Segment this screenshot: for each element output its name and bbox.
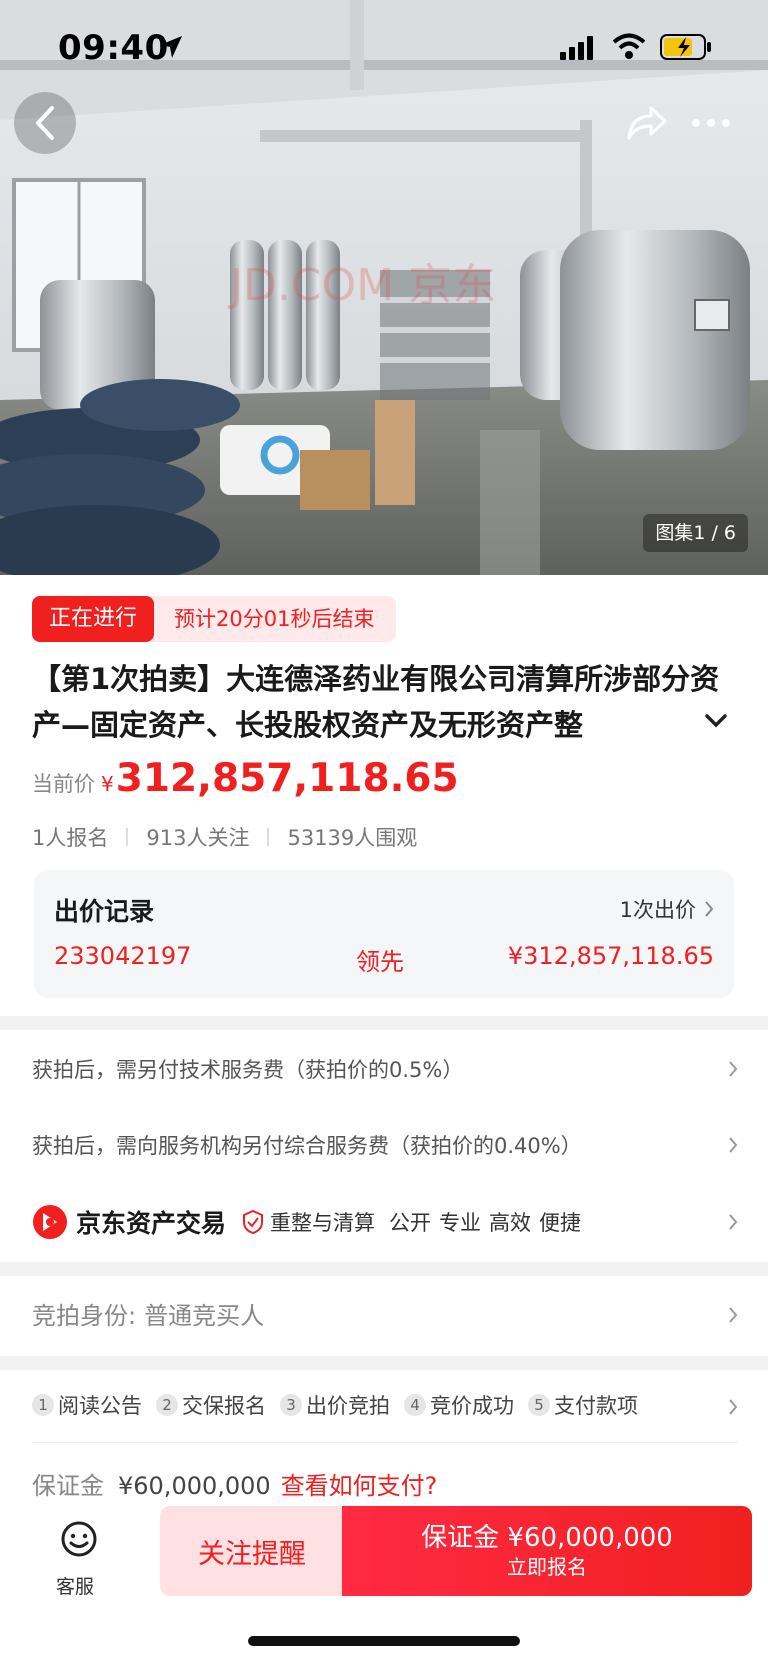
chevron-right-icon[interactable] [728, 1398, 738, 1416]
follow-reminder-button[interactable]: 关注提醒 [160, 1506, 344, 1596]
viewer-count: 53139人围观 [287, 826, 418, 850]
how-to-pay-link[interactable]: 查看如何支付? [281, 1466, 438, 1501]
bid-record-card[interactable]: 出价记录 1次出价 233042197 领先 ¥312,857,118.65 [34, 870, 734, 998]
service-fee-text: 获拍后，需向服务机构另付综合服务费（获拍价的0.40%） [32, 1134, 582, 1158]
signup-count: 1人报名 [32, 826, 109, 850]
auction-steps[interactable]: 1 阅读公告 2 交保报名 3 出价竞拍 4 竞价成功 5 支付款项 [32, 1390, 732, 1420]
step-item: 5 支付款项 [528, 1390, 638, 1420]
platform-brand: 京东资产交易 [76, 1209, 227, 1238]
signup-now-label: 立即报名 [507, 1555, 587, 1579]
platform-tag: 重整与清算 [270, 1211, 376, 1235]
bid-state: 领先 [356, 948, 404, 976]
stats-row: 1人报名 913人关注 53139人围观 [32, 822, 417, 852]
tech-fee-row[interactable]: 获拍后，需另付技术服务费（获拍价的0.5%） [32, 1052, 738, 1086]
countdown-text: 预计20分01秒后结束 [142, 596, 397, 642]
divider [267, 828, 270, 846]
price-currency: ¥ [101, 772, 114, 796]
deposit-label: 保证金 [32, 1472, 104, 1500]
bidder-id: 233042197 [54, 942, 192, 970]
customer-service-label[interactable]: 客服 [56, 1572, 94, 1599]
deposit-row: 保证金 ¥60,000,000 查看如何支付? [32, 1466, 437, 1501]
slogan-item: 高效 [489, 1211, 532, 1235]
step-item: 1 阅读公告 [32, 1390, 142, 1420]
step-item: 2 交保报名 [156, 1390, 266, 1420]
signup-deposit-label: 保证金 ¥60,000,000 [421, 1523, 673, 1553]
more-dots-icon [692, 119, 730, 127]
home-indicator [248, 1636, 520, 1646]
share-arrow-icon [627, 106, 667, 140]
jd-watermark: JD.COM 京东 [227, 260, 496, 311]
customer-service-icon[interactable] [60, 1520, 98, 1558]
share-button[interactable] [616, 92, 678, 154]
expand-title-chevron-icon[interactable] [705, 714, 727, 728]
bidder-identity-row[interactable]: 竞拍身份: 普通竞买人 [32, 1296, 264, 1331]
bid-record-title: 出价记录 [54, 897, 155, 926]
slogan-item: 便捷 [539, 1211, 582, 1235]
section-divider [0, 1016, 768, 1030]
bid-count: 1次出价 [619, 898, 696, 922]
location-arrow-icon [160, 36, 182, 58]
status-time: 09:40 [58, 28, 169, 68]
section-divider [0, 1356, 768, 1370]
identity-label: 竞拍身份: [32, 1302, 137, 1330]
chevron-right-icon[interactable] [728, 1306, 738, 1324]
shield-check-icon [243, 1210, 264, 1234]
back-button[interactable] [14, 92, 76, 154]
tech-fee-text: 获拍后，需另付技术服务费（获拍价的0.5%） [32, 1058, 464, 1082]
chevron-right-icon [705, 901, 714, 917]
step-item: 4 竞价成功 [404, 1390, 514, 1420]
auction-title[interactable]: 【第1次拍卖】大连德泽药业有限公司清算所涉部分资产—固定资产、长投股权资产及无形… [32, 656, 732, 748]
jd-asset-logo-icon [33, 1205, 67, 1239]
platform-row[interactable]: 京东资产交易 重整与清算 公开 专业 高效 便捷 [32, 1200, 738, 1244]
cellular-signal-icon [560, 36, 593, 60]
auction-status-row: 正在进行 预计20分01秒后结束 [32, 596, 397, 642]
signup-button[interactable]: 保证金 ¥60,000,000 立即报名 [342, 1506, 752, 1596]
chevron-right-icon [729, 1214, 738, 1230]
more-button[interactable] [680, 92, 742, 154]
status-bar: 09:40 [0, 0, 768, 96]
hero-photo[interactable]: JD.COM 京东 09:40 图集1 / 6 [0, 0, 768, 575]
battery-charging-icon [660, 34, 711, 60]
section-divider [0, 1262, 768, 1276]
slogan-item: 公开 [389, 1211, 432, 1235]
chevron-right-icon [729, 1137, 738, 1153]
service-fee-row[interactable]: 获拍后，需向服务机构另付综合服务费（获拍价的0.40%） [32, 1128, 738, 1162]
gallery-counter: 图集1 / 6 [643, 514, 748, 552]
identity-value: 普通竞买人 [144, 1302, 265, 1330]
chevron-right-icon [729, 1061, 738, 1077]
divider [126, 828, 129, 846]
status-tag-ongoing: 正在进行 [32, 596, 155, 642]
deposit-amount: ¥60,000,000 [118, 1472, 271, 1500]
follower-count: 913人关注 [146, 826, 250, 850]
wifi-icon [612, 33, 646, 59]
step-item: 3 出价竞拍 [280, 1390, 390, 1420]
current-price-row: 当前价 ¥ 312,857,118.65 [32, 756, 459, 801]
bid-count-link[interactable]: 1次出价 [620, 894, 714, 924]
price-label: 当前价 [32, 772, 95, 796]
slogan-item: 专业 [439, 1211, 482, 1235]
divider [32, 1442, 738, 1443]
current-price: 312,857,118.65 [115, 756, 459, 801]
chevron-left-icon [36, 106, 54, 140]
bid-price: ¥312,857,118.65 [507, 942, 714, 970]
